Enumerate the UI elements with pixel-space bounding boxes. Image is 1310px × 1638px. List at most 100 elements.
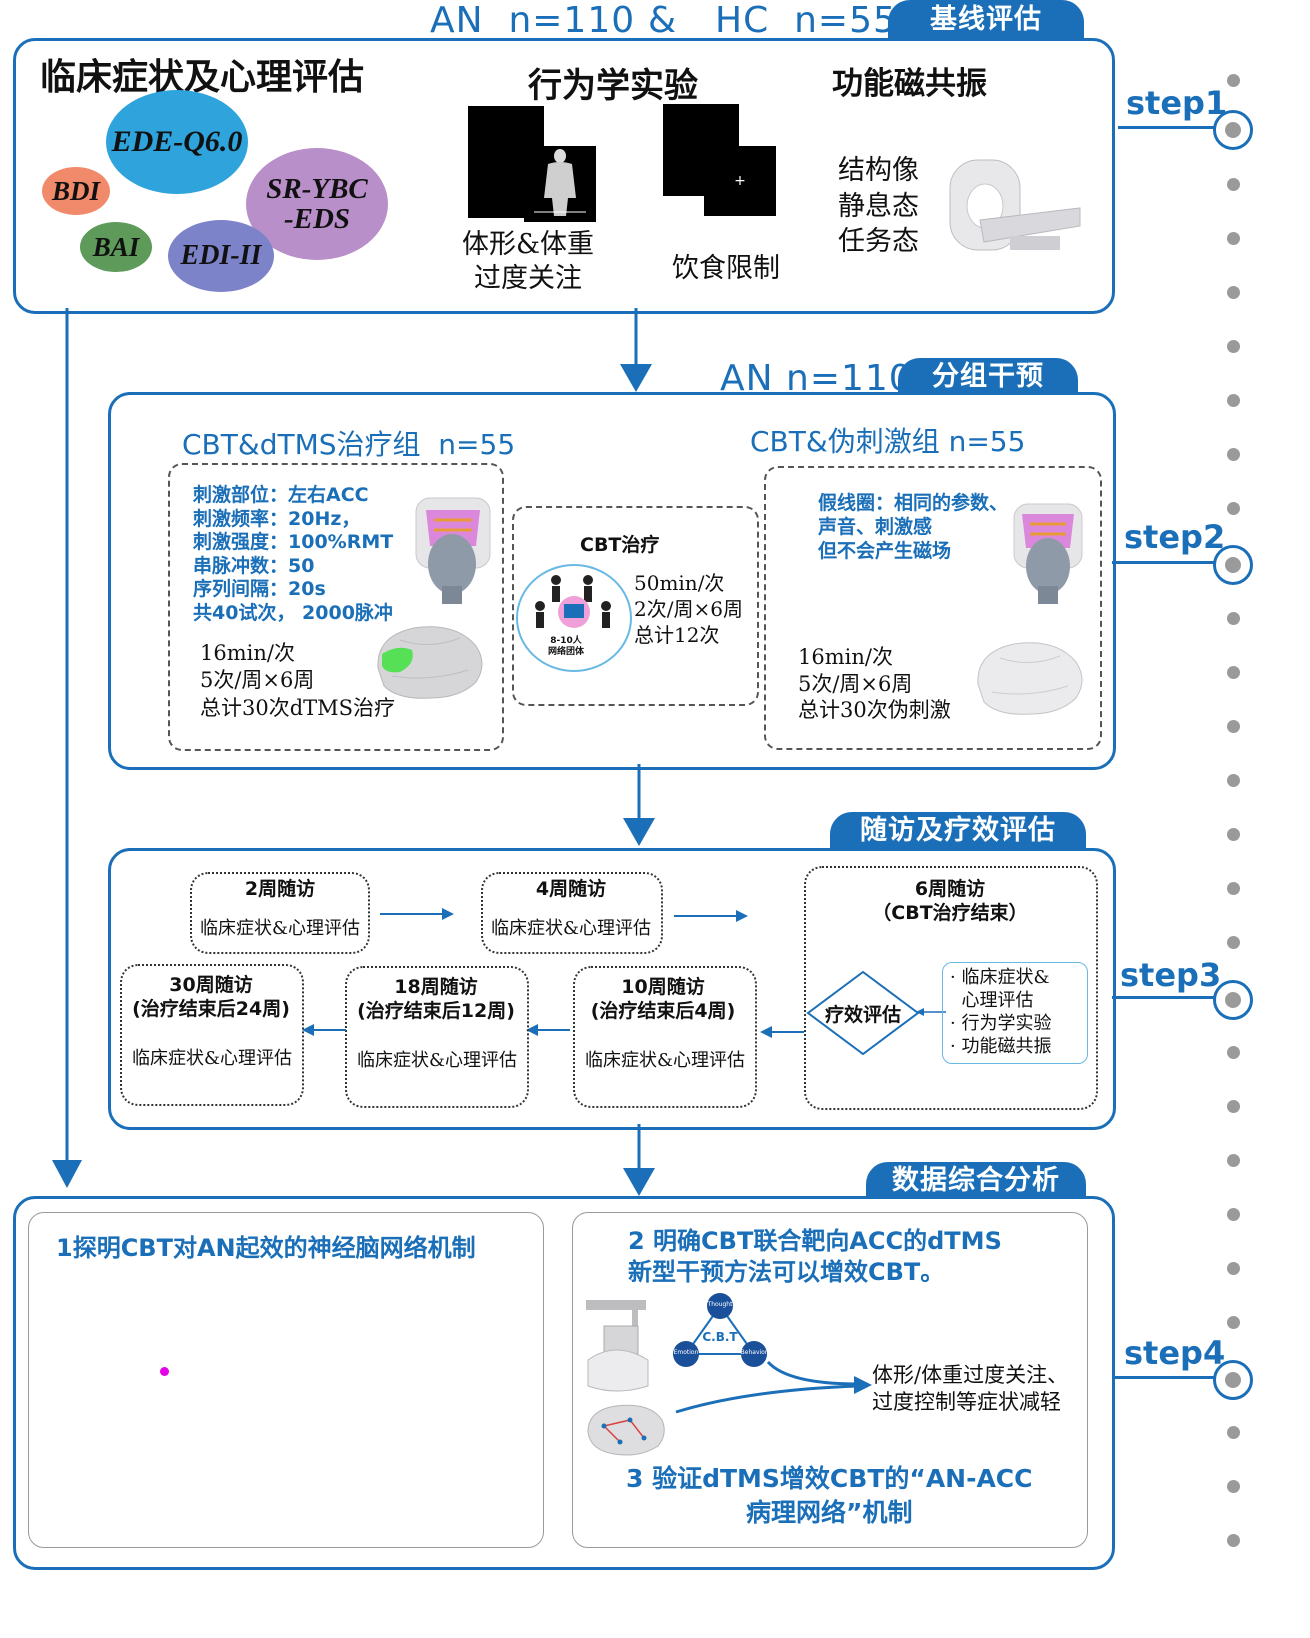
step3-marker (1213, 980, 1253, 1020)
timeline-dot (1227, 720, 1240, 733)
fu10-clinical: 临床症状&心理评估 (584, 1050, 746, 1071)
timeline-dot (1227, 232, 1240, 245)
timeline-dot (1227, 774, 1240, 787)
arrow-step2-step3 (623, 764, 655, 846)
group1-title: CBT&dTMS治疗组 n=55 (182, 428, 516, 461)
fmri-title: 功能磁共振 (832, 66, 987, 102)
timeline-dot (1227, 448, 1240, 461)
step3-label: step3 (1120, 956, 1222, 994)
arrow-fu10-fu18 (526, 1024, 570, 1036)
hc-sample-size: HC n=55 (715, 0, 897, 41)
timeline-dot (1227, 286, 1240, 299)
fu4-clinical: 临床症状&心理评估 (490, 918, 652, 939)
arrows-to-outcome (675, 1360, 872, 1414)
cbt-group-label: 8-10人 网络团体 (548, 636, 585, 657)
dtms-head-coil-icon (415, 497, 491, 604)
intervention-tab: 分组干预 (898, 358, 1078, 394)
arrow-step1-step2 (620, 308, 652, 392)
group1-schedule: 16min/次 5次/周×6周 总计30次dTMS治疗 (200, 641, 396, 720)
efficacy-items: · 临床症状& 心理评估 · 行为学实验 · 功能磁共振 (950, 967, 1052, 1058)
timeline-dot (1227, 1262, 1240, 1275)
timeline-dot (1227, 1480, 1240, 1493)
fu30-title: 30周随访 (治疗结束后24周) (132, 974, 290, 1020)
followup-tab: 随访及疗效评估 (830, 812, 1086, 850)
timeline-dot (1227, 666, 1240, 679)
body-silhouette-icon (534, 149, 586, 216)
body-image-task-screen-front (524, 146, 596, 222)
step4-label: step4 (1124, 1334, 1226, 1372)
timeline-dot (1227, 1316, 1240, 1329)
cbt-center-label: C.B.T (702, 1330, 738, 1344)
diet-task-screen-front: + (704, 146, 776, 216)
behavior-title: 行为学实验 (528, 66, 698, 106)
arrow-fu2-fu4 (380, 908, 454, 920)
cbt-schedule: 50min/次 2次/周×6周 总计12次 (634, 571, 743, 647)
timeline-dot (1227, 1100, 1240, 1113)
fu30-clinical: 临床症状&心理评估 (131, 1048, 293, 1069)
marker-dot (160, 1367, 169, 1376)
sham-head-coil-icon (1013, 503, 1083, 604)
baseline-tab: 基线评估 (888, 0, 1084, 40)
task1-label: 体形&体重 过度关注 (462, 229, 595, 294)
fu2-clinical: 临床症状&心理评估 (199, 918, 361, 939)
group2-title: CBT&伪刺激组 n=55 (750, 425, 1026, 458)
analysis-tab: 数据综合分析 (866, 1162, 1086, 1200)
arrow-fu18-fu30 (302, 1024, 346, 1036)
timeline-dot (1227, 502, 1240, 515)
clinical-title: 临床症状及心理评估 (40, 57, 365, 98)
sham-brain-icon (977, 642, 1083, 715)
arrow-fu4-fu6 (674, 910, 748, 922)
fu10-title: 10周随访 (治疗结束后4周) (590, 976, 736, 1022)
timeline-dot (1227, 1534, 1240, 1547)
timeline-dot (1227, 936, 1240, 949)
arrow-baseline-to-analysis (52, 308, 82, 1188)
fu6-title: 6周随访 （CBT治疗结束） (872, 878, 1028, 924)
step3-underline (1112, 996, 1216, 999)
scale-srybc-label: SR-YBC-EDS (266, 172, 368, 235)
group2-desc: 假线圈：相同的参数、 声音、刺激感 但不会产生磁场 (818, 492, 1009, 562)
timeline-dot (1227, 1046, 1240, 1059)
dtms-device-icon (586, 1300, 649, 1392)
scale-bai: BAI (80, 222, 152, 272)
goal1-text: 1探明CBT对AN起效的神经脑网络机制 (56, 1234, 476, 1262)
timeline-dot (1227, 1154, 1240, 1167)
fu18-clinical: 临床症状&心理评估 (356, 1050, 518, 1071)
timeline-dot (1227, 882, 1240, 895)
step2-label: step2 (1124, 518, 1226, 556)
an-sample-size: AN n=110 (430, 0, 636, 41)
timeline-dot (1227, 828, 1240, 841)
arrow-step3-step4 (623, 1124, 655, 1196)
step1-label: step1 (1126, 84, 1228, 122)
step2-marker (1213, 545, 1253, 585)
brain-network-icon (587, 1404, 665, 1456)
step2-underline (1112, 561, 1216, 564)
timeline-dot (1227, 74, 1240, 87)
timeline-dot (1227, 178, 1240, 191)
goal3-text: 3 验证dTMS增效CBT的“AN-ACC 病理网络”机制 (626, 1464, 1033, 1527)
fu2-title: 2周随访 (244, 878, 316, 900)
efficacy-label: 疗效评估 (824, 1004, 901, 1026)
step1-marker (1213, 110, 1253, 150)
mri-scanner-icon (949, 159, 1081, 251)
group2-schedule: 16min/次 5次/周×6周 总计30次伪刺激 (798, 645, 951, 723)
outcome-text: 体形/体重过度关注、 过度控制等症状减轻 (872, 1363, 1069, 1415)
fmri-items: 结构像 静息态 任务态 (838, 155, 919, 258)
task2-label: 饮食限制 (672, 253, 780, 284)
cbt-node-thought: Thought (707, 1301, 733, 1308)
group1-params: 刺激部位：左右ACC 刺激频率：20Hz， 刺激强度：100%RMT 串脉冲数：… (193, 484, 394, 624)
cbt-title: CBT治疗 (580, 534, 660, 556)
scale-ede: EDE-Q6.0 (106, 90, 248, 194)
timeline-dot (1227, 1208, 1240, 1221)
scale-edi: EDI-II (168, 220, 274, 292)
timeline-dot (1227, 340, 1240, 353)
timeline-dot (1227, 612, 1240, 625)
goal2-text: 2 明确CBT联合靶向ACC的dTMS 新型干预方法可以增效CBT。 (628, 1227, 1002, 1287)
scale-bdi: BDI (42, 167, 110, 215)
timeline-dot (1227, 1426, 1240, 1439)
step4-marker (1213, 1360, 1253, 1400)
timeline-dot (1227, 394, 1240, 407)
fu4-title: 4周随访 (535, 878, 607, 900)
step4-underline (1112, 1376, 1216, 1379)
arrow-fu6-fu10 (760, 1026, 804, 1038)
ampersand: & (648, 0, 678, 41)
